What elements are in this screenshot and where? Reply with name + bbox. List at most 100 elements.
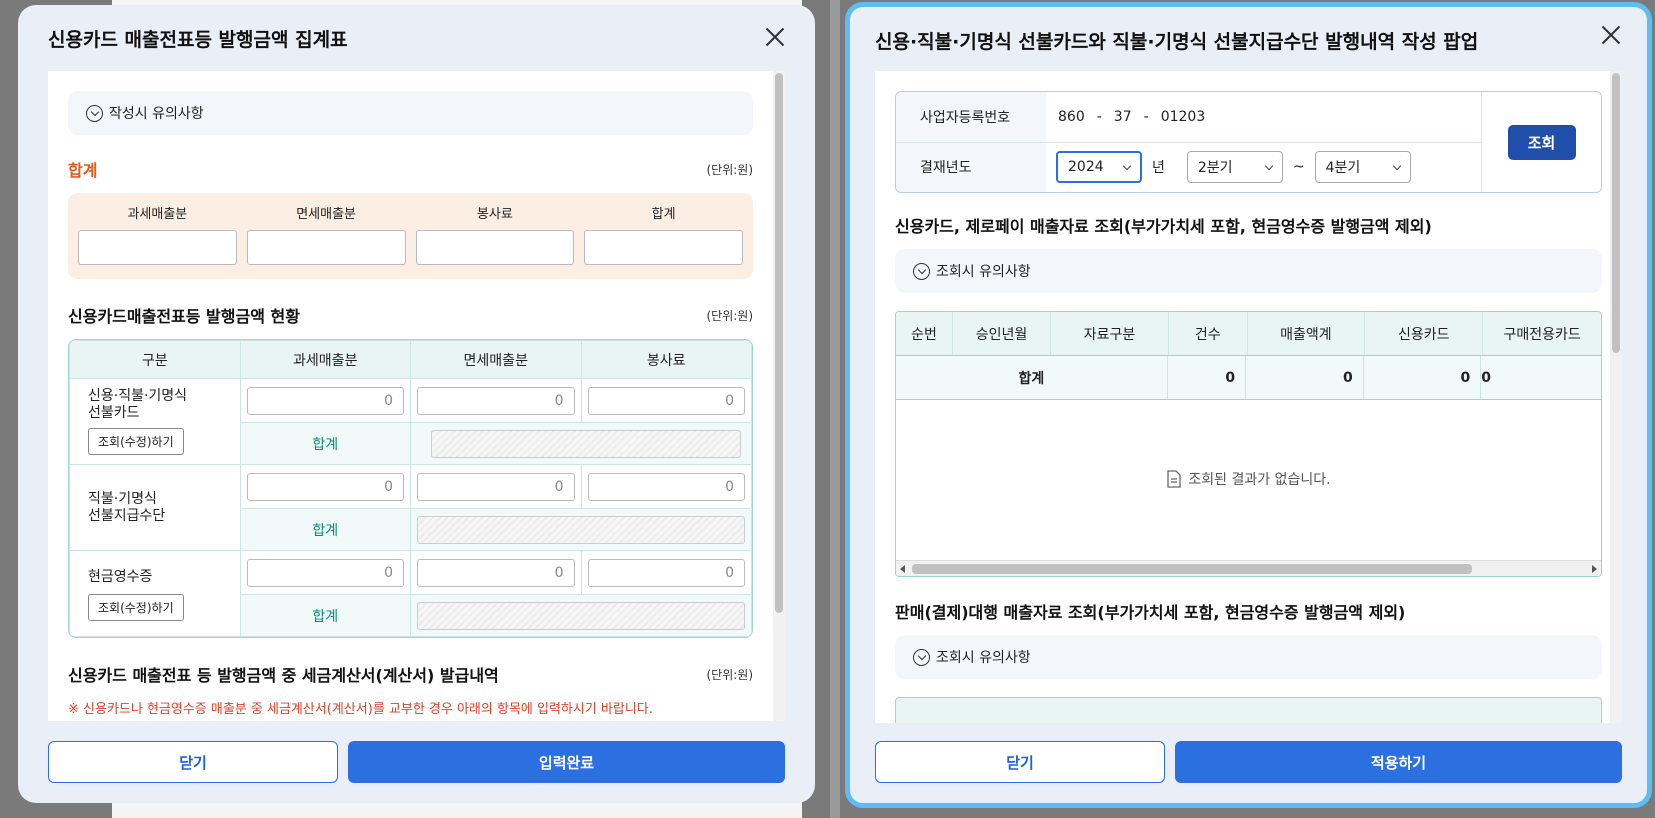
- status-grid: 구분 과세매출분 면세매출분 봉사료 신용·직불·기명식 선불카드 조회(수정)…: [68, 339, 753, 638]
- sec2-title: 판매(결제)대행 매출자료 조회(부가가치세 포함, 현금영수증 발행금액 제외…: [895, 603, 1406, 622]
- sum-col-total: 합계: [651, 207, 676, 222]
- table-row: 직불·기명식 선불지급수단 0 0 0: [69, 464, 752, 551]
- close-button[interactable]: 닫기: [48, 741, 338, 783]
- inquiry-notice-label: 조회시 유의사항: [936, 264, 1031, 280]
- range-tilde: ~: [1292, 159, 1305, 176]
- grid-sum-label: 합계: [896, 356, 1168, 399]
- grid-sum-row: 합계 0 0 0 0: [896, 356, 1601, 400]
- grid-header: 봉사료: [580, 340, 752, 379]
- taxable-input[interactable]: 0: [246, 558, 404, 587]
- summary-modal: 신용카드 매출전표등 발행금액 집계표 작성시 유의사항 합계 (단위:원) 과…: [18, 5, 815, 803]
- sum-service-input[interactable]: [415, 230, 575, 265]
- close-icon[interactable]: [761, 23, 789, 51]
- sum-total-input[interactable]: [584, 230, 743, 265]
- row-sum-label: 합계: [239, 422, 411, 465]
- taxable-input[interactable]: 0: [246, 386, 404, 415]
- grid-header: 구매전용카드: [1503, 326, 1581, 343]
- inquire-edit-button[interactable]: 조회(수정)하기: [88, 428, 184, 455]
- invoice-title: 신용카드 매출전표 등 발행금액 중 세금계산서(계산서) 발급내역: [68, 666, 499, 685]
- year-suffix: 년: [1152, 160, 1165, 177]
- modal-title: 신용카드 매출전표등 발행금액 집계표: [48, 28, 348, 51]
- sum-col-service: 봉사료: [476, 207, 513, 222]
- scrollbar[interactable]: [1610, 71, 1622, 723]
- exempt-input[interactable]: 0: [417, 558, 575, 587]
- grid-sum-value: 0: [1481, 369, 1491, 386]
- sum-col-exempt: 면세매출분: [296, 207, 357, 222]
- unit-label: (단위:원): [706, 308, 753, 323]
- sec1-title: 신용카드, 제로페이 매출자료 조회(부가가치세 포함, 현금영수증 발행금액 …: [895, 217, 1432, 236]
- inquiry-notice-toggle-2[interactable]: 조회시 유의사항: [895, 635, 1602, 679]
- grid-header: 순번: [896, 312, 953, 355]
- scroll-right-icon[interactable]: [1592, 565, 1597, 573]
- table-row: 신용·직불·기명식 선불카드 조회(수정)하기 0 0 0: [69, 378, 752, 465]
- close-button[interactable]: 닫기: [875, 741, 1165, 783]
- exempt-input[interactable]: 0: [417, 472, 575, 501]
- chevron-down-icon: [86, 104, 103, 122]
- apply-button[interactable]: 적용하기: [1175, 741, 1622, 783]
- grid-header: 승인년월: [953, 312, 1052, 355]
- input-done-button[interactable]: 입력완료: [348, 741, 785, 783]
- grid-header: 신용카드: [1365, 312, 1484, 355]
- grid-header: 구분: [69, 340, 241, 379]
- scrollbar-thumb[interactable]: [1612, 73, 1620, 353]
- row-sum-label: 합계: [239, 508, 411, 551]
- empty-message: 조회된 결과가 없습니다.: [1188, 472, 1331, 488]
- scroll-left-icon[interactable]: [900, 565, 905, 573]
- row-sum-field: [417, 601, 745, 630]
- sum-title: 합계: [68, 161, 98, 180]
- service-input[interactable]: 0: [587, 558, 745, 587]
- chevron-down-icon: [913, 262, 930, 280]
- background-page-right: [830, 0, 840, 818]
- row-label: 선불카드: [88, 405, 140, 421]
- grid-sum-value: 0: [1246, 356, 1364, 399]
- modal-footer: 닫기 입력완료: [48, 741, 785, 783]
- exempt-input[interactable]: 0: [417, 386, 575, 415]
- row-sum-field: [417, 515, 745, 544]
- search-button[interactable]: 조회: [1507, 124, 1576, 160]
- taxable-input[interactable]: 0: [246, 472, 404, 501]
- inquiry-notice-toggle[interactable]: 조회시 유의사항: [895, 249, 1602, 293]
- grid-header: 자료구분: [1051, 312, 1169, 355]
- row-label: 직불·기명식: [88, 490, 157, 507]
- chevron-down-icon: [1392, 161, 1401, 170]
- modal-title: 신용·직불·기명식 선불카드와 직불·기명식 선불지급수단 발행내역 작성 팝업: [875, 30, 1479, 53]
- writing-notice-toggle[interactable]: 작성시 유의사항: [68, 91, 753, 135]
- year-select[interactable]: 2024: [1056, 151, 1142, 184]
- search-form: 사업자등록번호 860 - 37 - 01203 결재년도 2024 년 2분기…: [895, 91, 1602, 193]
- grid-header: 매출액계: [1248, 312, 1366, 355]
- scrollbar[interactable]: [773, 71, 785, 721]
- issuance-popup-modal: 신용·직불·기명식 선불카드와 직불·기명식 선불지급수단 발행내역 작성 팝업…: [845, 2, 1652, 808]
- biz-number-value: 860 - 37 - 01203: [1058, 108, 1206, 125]
- status-title: 신용카드매출전표등 발행금액 현황: [68, 307, 300, 326]
- service-input[interactable]: 0: [587, 472, 745, 501]
- chevron-down-icon: [1264, 161, 1274, 170]
- writing-notice-label: 작성시 유의사항: [109, 106, 204, 122]
- unit-label: (단위:원): [706, 667, 753, 682]
- scrollbar-thumb[interactable]: [775, 73, 783, 613]
- quarter-from-select[interactable]: 2분기: [1186, 151, 1283, 184]
- modal-footer: 닫기 적용하기: [875, 741, 1622, 783]
- modal-header: 신용·직불·기명식 선불카드와 직불·기명식 선불지급수단 발행내역 작성 팝업: [850, 7, 1647, 73]
- grid-sum-value: 0: [1364, 356, 1482, 399]
- service-input[interactable]: 0: [587, 386, 745, 415]
- table-row: 현금영수증 조회(수정)하기 0 0 0: [69, 550, 752, 637]
- grid-header: 과세매출분: [239, 340, 411, 379]
- row-label: 신용·직불·기명식: [88, 388, 188, 404]
- chevron-down-icon: [913, 648, 930, 666]
- quarter-to-select[interactable]: 4분기: [1314, 151, 1411, 184]
- row-sum-label: 합계: [239, 594, 411, 637]
- inquire-edit-button[interactable]: 조회(수정)하기: [88, 594, 184, 621]
- sales-grid: 순번 승인년월 자료구분 건수 매출액계 신용카드 구매전용카드 합계 0 0 …: [895, 311, 1602, 577]
- sum-col-taxable: 과세매출분: [127, 207, 188, 222]
- pay-year-label: 결재년도: [896, 142, 1046, 192]
- sum-exempt-input[interactable]: [246, 230, 406, 265]
- horizontal-scrollbar[interactable]: [896, 560, 1601, 576]
- row-label-cell: 직불·기명식 선불지급수단: [69, 464, 241, 551]
- sum-box: 과세매출분 면세매출분 봉사료 합계: [68, 193, 753, 279]
- grid-header: 면세매출분: [410, 340, 582, 379]
- chevron-down-icon: [1122, 161, 1132, 170]
- close-icon[interactable]: [1597, 21, 1625, 49]
- sum-taxable-input[interactable]: [78, 230, 237, 265]
- horizontal-scroll-thumb[interactable]: [912, 564, 1472, 574]
- inquiry-notice-label: 조회시 유의사항: [936, 650, 1031, 666]
